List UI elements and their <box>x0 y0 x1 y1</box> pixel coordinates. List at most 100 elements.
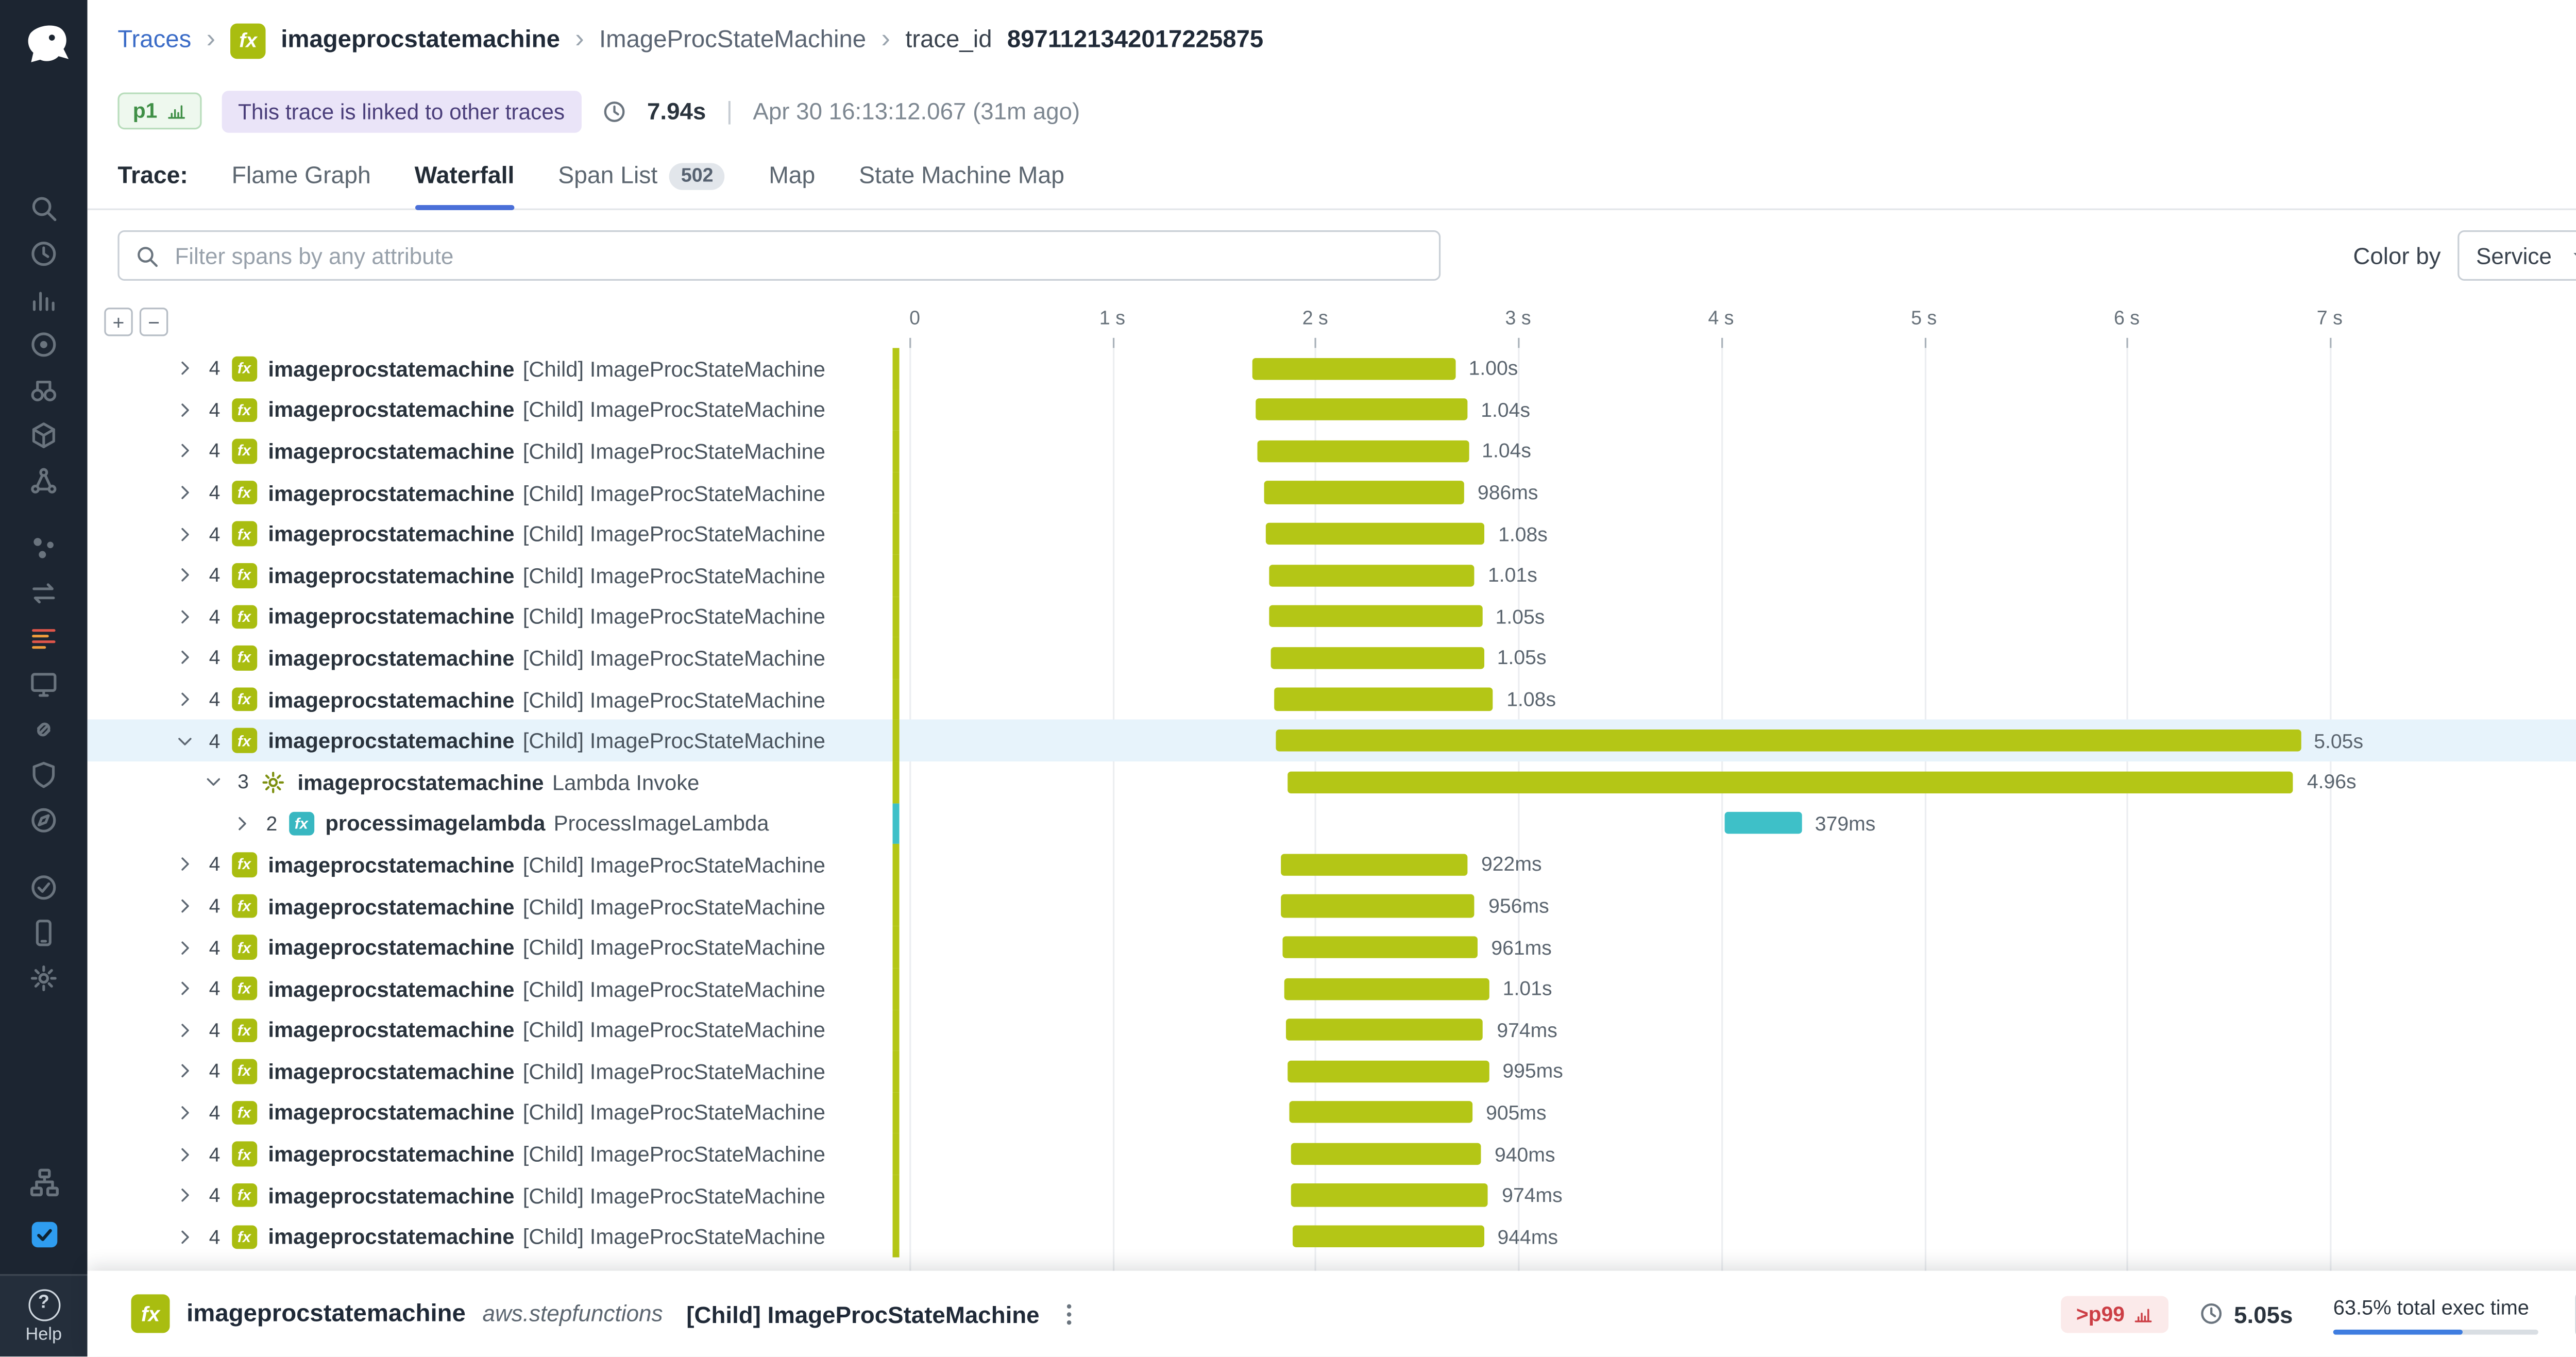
breadcrumb-resource[interactable]: ImageProcStateMachine <box>599 27 866 54</box>
span-row[interactable]: 4fximageprocstatemachine[Child] ImagePro… <box>88 555 2576 596</box>
span-bar[interactable] <box>1269 605 1482 627</box>
span-row[interactable]: 2fxprocessimagelambdaProcessImageLambda3… <box>88 803 2576 844</box>
span-row[interactable]: 4fximageprocstatemachine[Child] ImagePro… <box>88 1216 2576 1258</box>
expand-all-button[interactable]: + <box>104 308 132 336</box>
span-filter-input[interactable] <box>172 241 1424 269</box>
linked-traces-badge[interactable]: This trace is linked to other traces <box>221 90 581 132</box>
tab-span-list[interactable]: Span List502 <box>558 145 725 209</box>
chevron-right-icon[interactable] <box>175 855 196 875</box>
chevron-right-icon[interactable] <box>175 1020 196 1040</box>
sidebar-item-ci[interactable] <box>0 864 88 909</box>
sidebar-item-settings[interactable] <box>0 955 88 1000</box>
span-bar[interactable] <box>1293 1226 1484 1248</box>
span-bar[interactable] <box>1291 1184 1488 1207</box>
sidebar-item-synthetics[interactable] <box>0 570 88 615</box>
span-row[interactable]: 4fximageprocstatemachine[Child] ImagePro… <box>88 968 2576 1009</box>
sidebar-item-workspace[interactable] <box>0 1209 88 1261</box>
span-bar[interactable] <box>1276 730 2300 752</box>
span-row[interactable]: 4fximageprocstatemachine[Child] ImagePro… <box>88 720 2576 761</box>
chevron-right-icon[interactable] <box>175 1185 196 1206</box>
span-bar[interactable] <box>1287 771 2293 793</box>
span-row[interactable]: 4fximageprocstatemachine[Child] ImagePro… <box>88 389 2576 431</box>
sidebar-item-logs[interactable] <box>0 615 88 660</box>
span-row[interactable]: 4fximageprocstatemachine[Child] ImagePro… <box>88 1051 2576 1092</box>
span-bar[interactable] <box>1257 399 1468 421</box>
sidebar-item-search[interactable] <box>0 185 88 230</box>
span-bar[interactable] <box>1289 1101 1472 1124</box>
span-bar[interactable] <box>1283 936 1478 958</box>
chevron-right-icon[interactable] <box>175 648 196 668</box>
span-row[interactable]: 4fximageprocstatemachine[Child] ImagePro… <box>88 844 2576 885</box>
breadcrumb-service[interactable]: imageprocstatemachine <box>281 27 560 54</box>
span-row[interactable]: 4fximageprocstatemachine[Child] ImagePro… <box>88 1092 2576 1133</box>
span-bar[interactable] <box>1274 688 1493 710</box>
tab-map[interactable]: Map <box>769 145 815 209</box>
chevron-right-icon[interactable] <box>175 524 196 544</box>
span-bar[interactable] <box>1266 523 1485 545</box>
span-row[interactable]: 4fximageprocstatemachine[Child] ImagePro… <box>88 886 2576 927</box>
span-bar[interactable] <box>1281 854 1468 876</box>
span-row[interactable]: 4fximageprocstatemachine[Child] ImagePro… <box>88 927 2576 968</box>
sidebar-item-org[interactable] <box>0 1157 88 1209</box>
color-by-select[interactable]: Service <box>2458 230 2576 281</box>
sidebar-item-security[interactable] <box>0 751 88 796</box>
span-row[interactable]: 4fximageprocstatemachine[Child] ImagePro… <box>88 472 2576 513</box>
span-bar[interactable] <box>1258 440 1469 462</box>
chevron-right-icon[interactable] <box>232 813 253 834</box>
span-row[interactable]: 4fximageprocstatemachine[Child] ImagePro… <box>88 348 2576 389</box>
chevron-right-icon[interactable] <box>175 359 196 379</box>
help-button[interactable]: ? Help <box>0 1274 88 1356</box>
span-row[interactable]: 4fximageprocstatemachine[Child] ImagePro… <box>88 678 2576 720</box>
span-bar[interactable] <box>1252 358 1455 380</box>
p99-badge[interactable]: >p99 <box>2061 1295 2168 1332</box>
sidebar-item-binoculars[interactable] <box>0 366 88 412</box>
span-bar[interactable] <box>1264 481 1464 503</box>
chevron-down-icon[interactable] <box>204 772 225 792</box>
chevron-right-icon[interactable] <box>175 979 196 999</box>
collapse-all-button[interactable]: − <box>140 308 168 336</box>
tab-flame-graph[interactable]: Flame Graph <box>232 145 371 209</box>
sidebar-item-integrations[interactable] <box>0 706 88 751</box>
sidebar-item-watchdog[interactable] <box>0 321 88 366</box>
span-bar[interactable] <box>1284 977 1489 999</box>
chevron-right-icon[interactable] <box>175 483 196 503</box>
sidebar-item-mobile[interactable] <box>0 909 88 955</box>
sidebar-item-monitors[interactable] <box>0 660 88 706</box>
sidebar-item-history[interactable] <box>0 230 88 276</box>
chevron-right-icon[interactable] <box>175 606 196 626</box>
span-bar[interactable] <box>1270 647 1484 669</box>
datadog-logo[interactable] <box>0 0 88 84</box>
span-bar[interactable] <box>1286 1019 1484 1041</box>
span-bar[interactable] <box>1291 1143 1481 1165</box>
sidebar-item-rum[interactable] <box>0 797 88 842</box>
span-row[interactable]: 4fximageprocstatemachine[Child] ImagePro… <box>88 1009 2576 1050</box>
span-bar[interactable] <box>1269 564 1475 586</box>
priority-badge[interactable]: p1 <box>117 92 201 129</box>
chevron-right-icon[interactable] <box>175 441 196 461</box>
tab-state-machine-map[interactable]: State Machine Map <box>859 145 1064 209</box>
tab-waterfall[interactable]: Waterfall <box>415 145 515 209</box>
chevron-right-icon[interactable] <box>175 1061 196 1081</box>
chevron-right-icon[interactable] <box>175 1227 196 1247</box>
chevron-down-icon[interactable] <box>175 731 196 751</box>
chevron-right-icon[interactable] <box>175 937 196 957</box>
span-bar[interactable] <box>1281 895 1475 917</box>
sidebar-item-apm[interactable] <box>0 457 88 502</box>
chevron-right-icon[interactable] <box>175 1144 196 1164</box>
span-row[interactable]: 4fximageprocstatemachine[Child] ImagePro… <box>88 637 2576 678</box>
span-row[interactable]: 4fximageprocstatemachine[Child] ImagePro… <box>88 513 2576 554</box>
sidebar-item-services[interactable] <box>0 524 88 570</box>
span-bar[interactable] <box>1724 812 1801 834</box>
chevron-right-icon[interactable] <box>175 689 196 709</box>
chevron-right-icon[interactable] <box>175 1102 196 1123</box>
span-row[interactable]: 3imageprocstatemachineLambda Invoke4.96s <box>88 761 2576 803</box>
sidebar-item-infrastructure[interactable] <box>0 412 88 457</box>
span-bar[interactable] <box>1287 1060 1489 1082</box>
more-options-button[interactable] <box>1056 1300 1083 1327</box>
sidebar-item-dashboards[interactable] <box>0 276 88 321</box>
span-filter[interactable] <box>117 230 1440 281</box>
span-row[interactable]: 4fximageprocstatemachine[Child] ImagePro… <box>88 1133 2576 1175</box>
span-row[interactable]: 4fximageprocstatemachine[Child] ImagePro… <box>88 1175 2576 1216</box>
span-row[interactable]: 4fximageprocstatemachine[Child] ImagePro… <box>88 596 2576 637</box>
span-row[interactable]: 4fximageprocstatemachine[Child] ImagePro… <box>88 431 2576 472</box>
